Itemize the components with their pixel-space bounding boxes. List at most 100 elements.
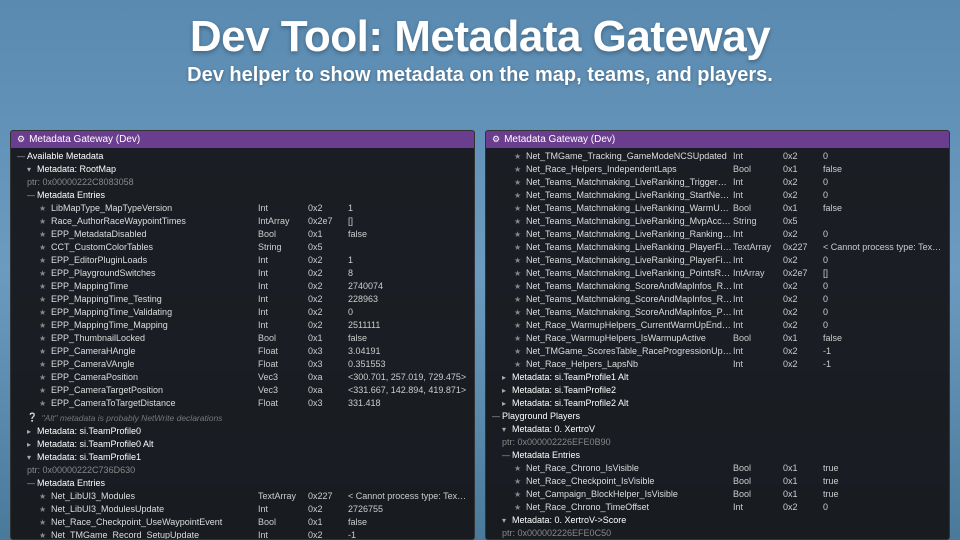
metadata-entry[interactable]: ★Net_TMGame_ScoresTable_RaceProgressionU… <box>490 345 945 358</box>
metadata-entry[interactable]: ★Net_Teams_Matchmaking_LiveRanking_Playe… <box>490 241 945 254</box>
panel-titlebar[interactable]: ⚙ Metadata Gateway (Dev) <box>11 131 474 148</box>
metadata-entry[interactable]: ★Net_Race_WarmupHelpers_IsWarmupActiveBo… <box>490 332 945 345</box>
metadata-node[interactable]: ▸Metadata: si.TeamProfile0 <box>15 425 470 438</box>
entry-type: Vec3 <box>258 385 308 396</box>
entry-type: Bool <box>733 203 783 214</box>
metadata-entry[interactable]: ★Net_Teams_Matchmaking_LiveRanking_Start… <box>490 189 945 202</box>
entries-list: ★LibMapType_MapTypeVersionInt0x21★Race_A… <box>15 202 470 410</box>
entry-type: Int <box>733 281 783 292</box>
entry-name: EPP_MappingTime_Testing <box>51 294 258 305</box>
entry-type: Int <box>733 359 783 370</box>
star-icon: ★ <box>514 164 526 175</box>
tp1-entries-header[interactable]: — Metadata Entries <box>15 477 470 490</box>
metadata-entry[interactable]: ★Net_Teams_Matchmaking_LiveRanking_MvpAc… <box>490 215 945 228</box>
entry-value: 2511111 <box>348 320 468 331</box>
metadata-entry[interactable]: ★Net_Teams_Matchmaking_LiveRanking_Point… <box>490 267 945 280</box>
rootmap-ptr: ptr: 0x00000222C8083058 <box>15 176 470 189</box>
metadata-entry[interactable]: ★Net_Teams_Matchmaking_LiveRanking_Trigg… <box>490 176 945 189</box>
entry-type: Bool <box>733 476 783 487</box>
metadata-entry[interactable]: ★EPP_MappingTime_MappingInt0x22511111 <box>15 319 470 332</box>
entry-name: EPP_MetadataDisabled <box>51 229 258 240</box>
caret-icon: ▸ <box>27 426 37 437</box>
metadata-entry[interactable]: ★EPP_MappingTimeInt0x22740074 <box>15 280 470 293</box>
available-metadata-header[interactable]: — Available Metadata <box>15 150 470 163</box>
panel-titlebar[interactable]: ⚙ Metadata Gateway (Dev) <box>486 131 949 148</box>
entry-type: Int <box>733 307 783 318</box>
metadata-node[interactable]: ▸Metadata: si.TeamProfile2 <box>490 384 945 397</box>
metadata-entry[interactable]: ★Net_LibUI3_ModulesUpdateInt0x22726755 <box>15 503 470 516</box>
metadata-node[interactable]: ▸Metadata: si.TeamProfile1 Alt <box>490 371 945 384</box>
metadata-entry[interactable]: ★Net_TMGame_Tracking_GameModeNCSUpdatedI… <box>490 150 945 163</box>
metadata-entry[interactable]: ★EPP_EditorPluginLoadsInt0x21 <box>15 254 470 267</box>
entries-header[interactable]: — Metadata Entries <box>15 189 470 202</box>
metadata-entry[interactable]: ★Net_Teams_Matchmaking_ScoreAndMapInfos_… <box>490 293 945 306</box>
metadata-node[interactable]: ▸Metadata: si.TeamProfile0 Alt <box>15 438 470 451</box>
metadata-entry[interactable]: ★Net_Teams_Matchmaking_LiveRanking_Ranki… <box>490 228 945 241</box>
panel-body: ★Net_TMGame_Tracking_GameModeNCSUpdatedI… <box>486 148 949 540</box>
caret-down-icon: — <box>27 190 37 201</box>
metadata-entry[interactable]: ★CCT_CustomColorTablesString0x5 <box>15 241 470 254</box>
metadata-entry[interactable]: ★Net_Race_Chrono_IsVisibleBool0x1true <box>490 462 945 475</box>
player-score-node[interactable]: ▾ Metadata: 0. XertroV->Score <box>490 514 945 527</box>
metadata-entry[interactable]: ★EPP_CameraTargetPositionVec30xa<331.667… <box>15 384 470 397</box>
entry-name: LibMapType_MapTypeVersion <box>51 203 258 214</box>
metadata-entry[interactable]: ★Net_Race_Checkpoint_IsVisibleBool0x1tru… <box>490 475 945 488</box>
metadata-entry[interactable]: ★Net_Race_WarmupHelpers_CurrentWarmUpEnd… <box>490 319 945 332</box>
entry-name: Net_Teams_Matchmaking_ScoreAndMapInfos_P… <box>526 307 733 318</box>
metadata-entry[interactable]: ★EPP_MappingTime_ValidatingInt0x20 <box>15 306 470 319</box>
entry-hex: 0x1 <box>783 203 823 214</box>
metadata-entry[interactable]: ★LibMapType_MapTypeVersionInt0x21 <box>15 202 470 215</box>
metadata-node[interactable]: ▾Metadata: si.TeamProfile1 <box>15 451 470 464</box>
metadata-entry[interactable]: ★EPP_MappingTime_TestingInt0x2228963 <box>15 293 470 306</box>
entry-value: 0 <box>823 190 943 201</box>
metadata-list: ▸Metadata: si.TeamProfile0▸Metadata: si.… <box>15 425 470 464</box>
entry-type: Bool <box>733 489 783 500</box>
entry-hex: 0x227 <box>308 491 348 502</box>
entry-name: Net_Campaign_BlockHelper_IsVisible <box>526 489 733 500</box>
entry-value: 0 <box>823 229 943 240</box>
metadata-entry[interactable]: ★Net_Teams_Matchmaking_ScoreAndMapInfos_… <box>490 306 945 319</box>
entry-value: 1 <box>348 255 468 266</box>
entry-value: 0 <box>823 320 943 331</box>
metadata-entry[interactable]: ★Net_Campaign_BlockHelper_IsVisibleBool0… <box>490 488 945 501</box>
metadata-entry[interactable]: ★Net_Race_Checkpoint_UseWaypointEventBoo… <box>15 516 470 529</box>
entry-hex: 0x1 <box>783 463 823 474</box>
entry-name: Net_Teams_Matchmaking_LiveRanking_Player… <box>526 242 733 253</box>
metadata-entry[interactable]: ★Net_Race_Helpers_IndependentLapsBool0x1… <box>490 163 945 176</box>
star-icon: ★ <box>514 281 526 292</box>
metadata-entry[interactable]: ★EPP_CameraHAngleFloat0x33.04191 <box>15 345 470 358</box>
metadata-node[interactable]: ▸Metadata: si.TeamProfile2 Alt <box>490 397 945 410</box>
metadata-entry[interactable]: ★Net_Teams_Matchmaking_ScoreAndMapInfos_… <box>490 280 945 293</box>
entry-name: EPP_CameraVAngle <box>51 359 258 370</box>
metadata-entry[interactable]: ★EPP_CameraToTargetDistanceFloat0x3331.4… <box>15 397 470 410</box>
entry-name: Net_Teams_Matchmaking_LiveRanking_WarmUp… <box>526 203 733 214</box>
caret-icon: ▸ <box>27 439 37 450</box>
entry-value: 3.04191 <box>348 346 468 357</box>
metadata-entry[interactable]: ★Net_LibUI3_ModulesTextArray0x227< Canno… <box>15 490 470 503</box>
player-node[interactable]: ▾ Metadata: 0. XertroV <box>490 423 945 436</box>
caret-down-icon: — <box>492 411 502 422</box>
metadata-entry[interactable]: ★Race_AuthorRaceWaypointTimesIntArray0x2… <box>15 215 470 228</box>
entry-type: TextArray <box>733 242 783 253</box>
metadata-entry[interactable]: ★EPP_CameraPositionVec30xa<300.701, 257.… <box>15 371 470 384</box>
metadata-entry[interactable]: ★EPP_CameraVAngleFloat0x30.351553 <box>15 358 470 371</box>
caret-down-icon: — <box>502 450 512 461</box>
star-icon: ★ <box>514 359 526 370</box>
metadata-entry[interactable]: ★Net_Teams_Matchmaking_LiveRanking_WarmU… <box>490 202 945 215</box>
star-icon: ★ <box>514 463 526 474</box>
metadata-entry[interactable]: ★Net_Race_Chrono_TimeOffsetInt0x20 <box>490 501 945 514</box>
entry-name: Net_Teams_Matchmaking_LiveRanking_StartN… <box>526 190 733 201</box>
metadata-entry[interactable]: ★EPP_ThumbnailLockedBool0x1false <box>15 332 470 345</box>
metadata-entry[interactable]: ★EPP_MetadataDisabledBool0x1false <box>15 228 470 241</box>
entry-value: 0 <box>823 281 943 292</box>
tp1-entries-list: ★Net_LibUI3_ModulesTextArray0x227< Canno… <box>15 490 470 540</box>
metadata-entry[interactable]: ★Net_TMGame_Record_SetupUpdateInt0x2-1 <box>15 529 470 540</box>
metadata-entry[interactable]: ★EPP_PlaygroundSwitchesInt0x28 <box>15 267 470 280</box>
player0-entries-header[interactable]: — Metadata Entries <box>490 449 945 462</box>
metadata-entry[interactable]: ★Net_Teams_Matchmaking_LiveRanking_Playe… <box>490 254 945 267</box>
entry-value: <331.667, 142.894, 419.871> <box>348 385 468 396</box>
metadata-entry[interactable]: ★Net_Race_Helpers_LapsNbInt0x2-1 <box>490 358 945 371</box>
playground-players-header[interactable]: — Playground Players <box>490 410 945 423</box>
entry-type: Bool <box>258 517 308 528</box>
rootmap-node[interactable]: ▾ Metadata: RootMap <box>15 163 470 176</box>
